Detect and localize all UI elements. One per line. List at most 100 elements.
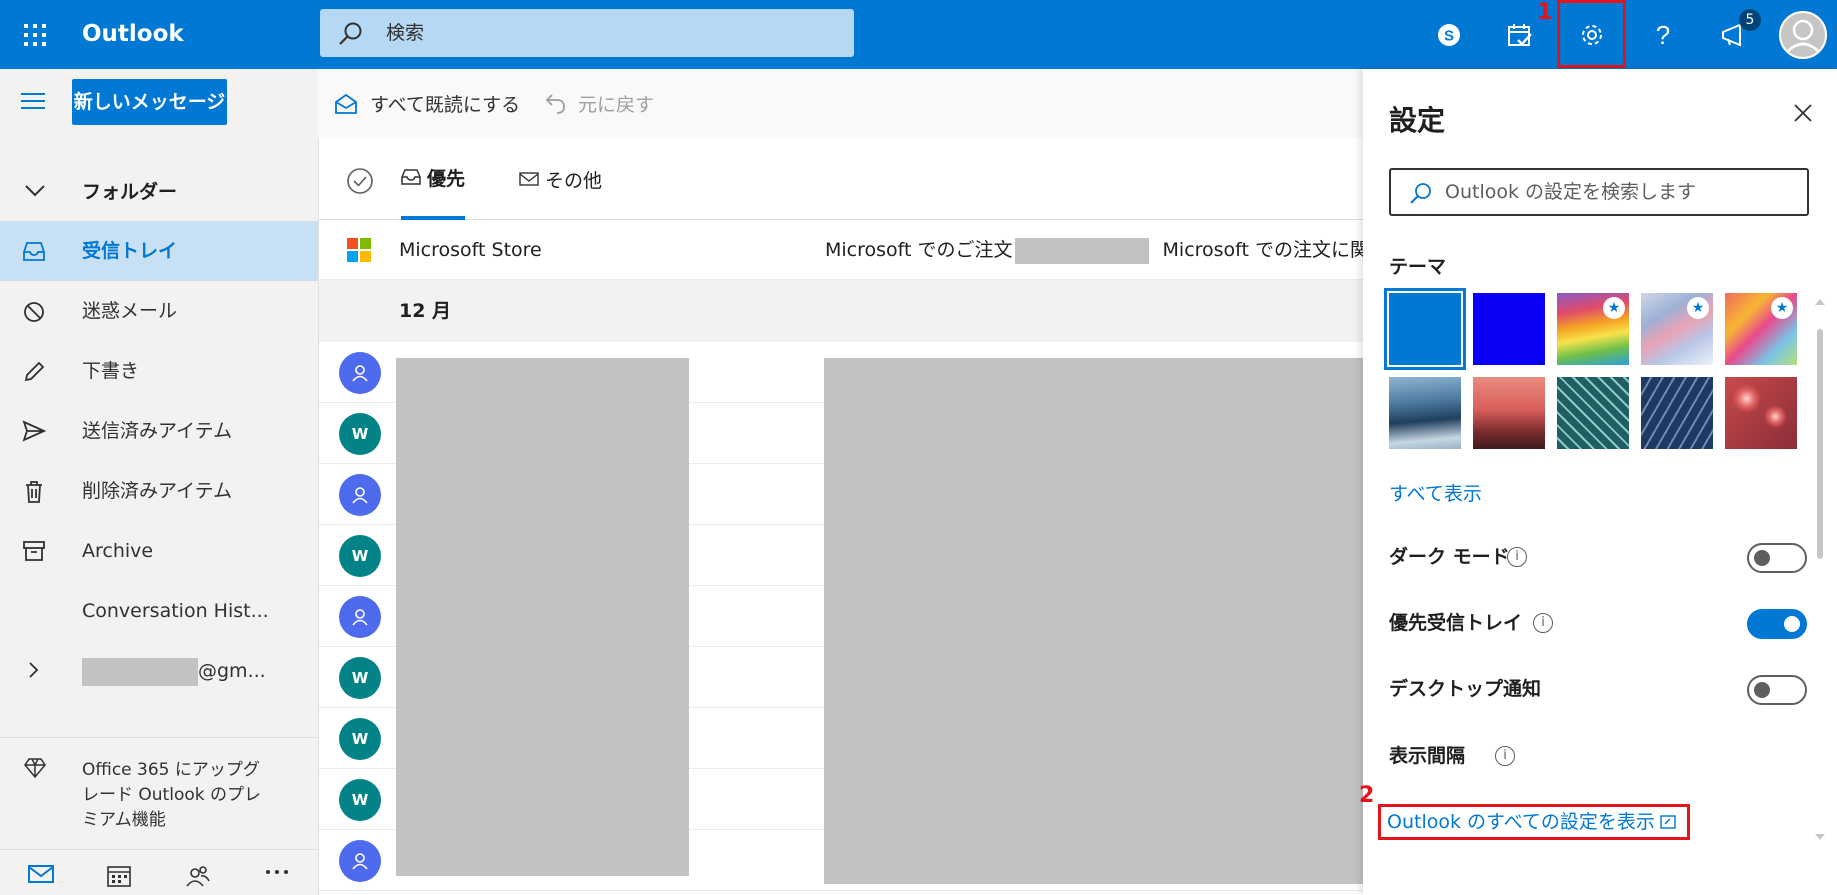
avatar: W: [339, 535, 381, 577]
message-row[interactable]: Microsoft Store Microsoft でのご注文 Microsoft…: [319, 220, 1364, 280]
search-box[interactable]: 検索: [320, 9, 854, 57]
upgrade-promo[interactable]: Office 365 にアップグレード Outlook のプレミアム機能: [0, 737, 318, 834]
help-button[interactable]: ?: [1628, 0, 1697, 69]
theme-swatch-dark-blue[interactable]: [1473, 293, 1545, 365]
theme-swatch-innovation[interactable]: [1641, 377, 1713, 449]
inbox-icon: [22, 240, 46, 262]
more-icon: [266, 870, 288, 874]
inbox-icon: [401, 169, 421, 185]
envelope-open-icon: [335, 93, 357, 114]
mail-icon: [519, 172, 539, 186]
tab-focused[interactable]: 優先: [401, 138, 466, 220]
close-icon: [1794, 104, 1812, 122]
circle-check-icon: [347, 168, 373, 194]
theme-swatch-pride[interactable]: ★: [1641, 293, 1713, 365]
mark-all-read-button[interactable]: すべて既読にする: [334, 69, 520, 138]
svg-text:S: S: [1443, 27, 1453, 44]
svg-text:?: ?: [1655, 22, 1669, 48]
star-icon: ★: [1771, 297, 1793, 319]
nav-item-drafts[interactable]: 下書き: [0, 341, 318, 401]
avatar: [339, 474, 381, 516]
info-icon[interactable]: i: [1533, 613, 1553, 633]
search-input[interactable]: 検索: [386, 9, 424, 57]
focused-inbox-setting: 優先受信トレイ i: [1389, 603, 1809, 643]
theme-swatch-blue[interactable]: [1384, 288, 1466, 370]
settings-title: 設定: [1389, 104, 1446, 137]
focused-inbox-toggle[interactable]: [1747, 609, 1807, 639]
open-in-window-icon: [1660, 815, 1676, 829]
undo-icon: [545, 93, 565, 114]
calendar-icon: [107, 866, 131, 887]
star-icon: ★: [1603, 297, 1625, 319]
new-message-button[interactable]: 新しいメッセージ: [72, 79, 227, 125]
info-icon[interactable]: i: [1495, 746, 1515, 766]
person-icon: [352, 609, 368, 626]
avatar: [339, 840, 381, 882]
mail-module-button[interactable]: [28, 864, 54, 884]
hamburger-icon: [21, 93, 45, 109]
settings-search-box[interactable]: Outlook の設定を検索します: [1389, 168, 1809, 216]
settings-search-input[interactable]: Outlook の設定を検索します: [1445, 170, 1696, 214]
display-density-setting: 表示間隔 i: [1389, 736, 1809, 776]
collapse-nav-button[interactable]: [20, 91, 46, 111]
nav-item-conversation-history[interactable]: Conversation Hist...: [0, 581, 318, 641]
skype-button[interactable]: S: [1414, 0, 1483, 69]
select-all-button[interactable]: [346, 167, 374, 195]
theme-swatch-rainbow[interactable]: ★: [1557, 293, 1629, 365]
show-all-themes-link[interactable]: すべて表示: [1389, 479, 1482, 506]
nav-item-account[interactable]: @gm...: [0, 641, 318, 701]
theme-swatch-palms[interactable]: [1473, 377, 1545, 449]
desktop-notifications-setting: デスクトップ通知: [1389, 669, 1809, 709]
person-icon: [352, 365, 368, 382]
redacted-email: [82, 657, 198, 686]
theme-swatch-circuit[interactable]: [1557, 377, 1629, 449]
tab-other[interactable]: その他: [519, 138, 602, 220]
theme-swatch-colorful[interactable]: ★: [1725, 293, 1797, 365]
notification-badge: 5: [1739, 9, 1761, 31]
group-header: 12 月: [319, 280, 1364, 342]
scroll-up-icon: [1815, 299, 1825, 305]
nav-item-archive[interactable]: Archive: [0, 521, 318, 581]
calendar-check-icon: [1507, 23, 1532, 46]
theme-label: テーマ: [1389, 256, 1447, 278]
nav-item-junk[interactable]: 迷惑メール: [0, 281, 318, 341]
chevron-down-icon: [24, 183, 46, 197]
people-module-button[interactable]: [185, 864, 211, 888]
app-title[interactable]: Outlook: [82, 0, 184, 69]
pencil-icon: [22, 360, 46, 384]
desktop-notifications-toggle[interactable]: [1747, 675, 1807, 705]
people-icon: [186, 866, 210, 887]
nav-item-inbox[interactable]: 受信トレイ: [0, 221, 318, 281]
avatar: [339, 596, 381, 638]
step-marker-1: 1: [1537, 0, 1553, 25]
folders-header[interactable]: フォルダー: [0, 167, 318, 217]
info-icon[interactable]: i: [1507, 547, 1527, 567]
undo-button[interactable]: 元に戻す: [544, 69, 654, 138]
more-apps-button[interactable]: [264, 860, 290, 884]
theme-swatch-lights[interactable]: [1725, 377, 1797, 449]
search-icon: [338, 21, 364, 47]
nav-item-sent[interactable]: 送信済みアイテム: [0, 401, 318, 461]
redacted-senders: [396, 358, 689, 876]
nav-item-deleted[interactable]: 削除済みアイテム: [0, 461, 318, 521]
dark-mode-toggle[interactable]: [1747, 543, 1807, 573]
send-icon: [22, 420, 46, 442]
app-launcher-button[interactable]: [0, 0, 69, 69]
close-button[interactable]: [1793, 103, 1813, 123]
command-bar: すべて既読にする 元に戻す: [318, 69, 1363, 138]
search-icon: [1409, 182, 1433, 206]
whats-new-button[interactable]: 5: [1699, 0, 1768, 69]
scrollbar[interactable]: [1813, 229, 1827, 849]
junk-icon: [22, 300, 46, 324]
chevron-right-icon: [28, 660, 40, 680]
avatar: W: [339, 657, 381, 699]
avatar: [339, 352, 381, 394]
redacted-subjects: [824, 358, 1364, 884]
calendar-module-button[interactable]: [106, 864, 132, 888]
scrollbar-thumb[interactable]: [1817, 329, 1823, 559]
theme-swatch-ocean[interactable]: [1389, 377, 1461, 449]
account-button[interactable]: [1768, 0, 1837, 69]
view-all-settings-link[interactable]: Outlook のすべての設定を表示: [1378, 804, 1690, 840]
avatar: W: [339, 718, 381, 760]
step-marker-2: 2: [1359, 783, 1375, 808]
